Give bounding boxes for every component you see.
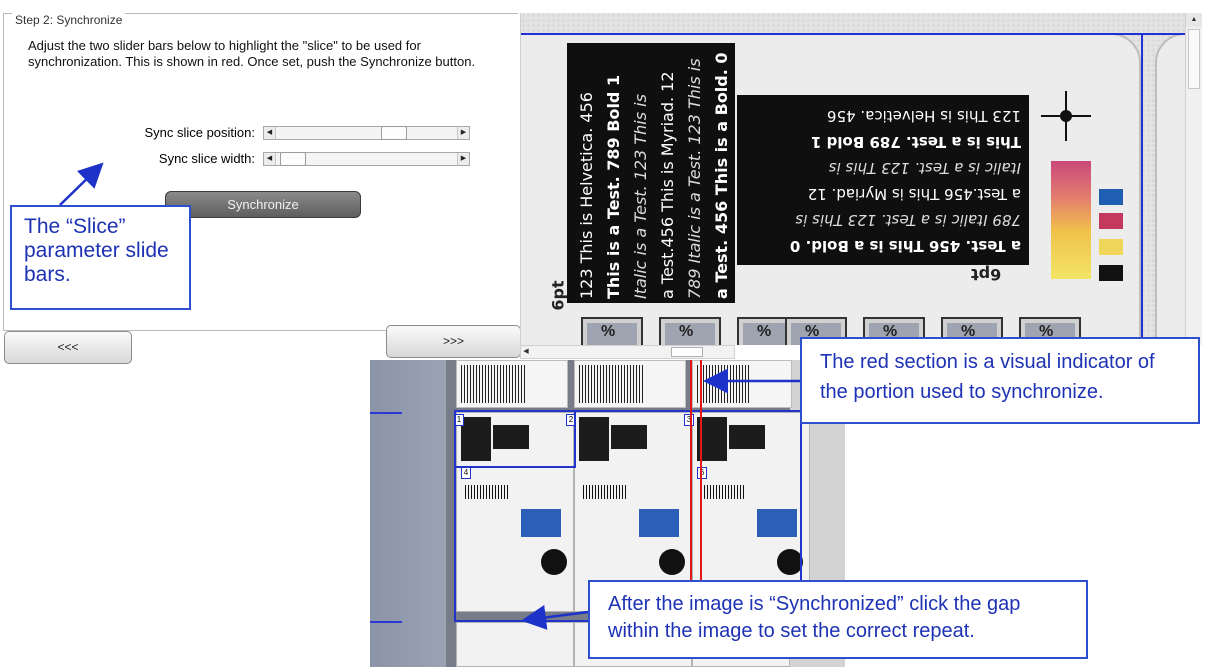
strip-scroll-thumb[interactable] (671, 347, 703, 357)
guide-line-right (1141, 33, 1143, 345)
sync-slice-width-slider[interactable]: ◀ ▶ (263, 152, 470, 166)
vertical-text-sample: 123 This is Helvetica. 456 This is a Tes… (567, 43, 735, 303)
text-line: 123 This is Helvetica. 456 (826, 107, 1021, 125)
text-line: a Test. 456 This is a Bold. 0 (712, 52, 731, 299)
barcode (461, 365, 527, 403)
sync-slice-position-slider[interactable]: ◀ ▶ (263, 126, 470, 140)
flipped-text-lines: a Test. 456 This is a Bold. 0 789 Italic… (737, 95, 1029, 265)
text-line: Italic is a Test. 123 This is (828, 159, 1021, 177)
percent-label: % (665, 323, 715, 345)
scroll-up-icon[interactable]: ▲ (1186, 13, 1202, 27)
slider-left-arrow-icon[interactable]: ◀ (264, 153, 276, 165)
preview-vertical-scrollbar[interactable]: ▲ (1185, 13, 1202, 345)
guide-line-top (521, 33, 1185, 35)
repeat-marker-line (370, 412, 402, 414)
color-swatch-magenta (1099, 213, 1123, 229)
label-tile-partial (692, 360, 792, 408)
text-line: This is a Test. 789 Bold 1 (604, 74, 623, 299)
step-title: Step 2: Synchronize (12, 13, 126, 27)
repeat-annotation: After the image is “Synchronized” click … (588, 580, 1088, 659)
text-line: 123 This is Helvetica. 456 (577, 92, 596, 299)
percent-box: % (581, 317, 643, 345)
point-size-label: 6pt (548, 280, 568, 311)
text-line: a Test.456 This is Myriad. 12 (658, 71, 677, 299)
red-section-annotation: The red section is a visual indicator of… (800, 337, 1200, 424)
repeat-marker-line (370, 621, 402, 623)
barcode (697, 365, 751, 403)
text-line: a Test.456 This is Myriad. 12 (807, 185, 1021, 203)
previous-button[interactable]: <<< (4, 331, 132, 364)
label-tile-partial (574, 360, 686, 408)
synchronize-button[interactable]: Synchronize (165, 191, 361, 218)
sync-slice-width-label: Sync slice width: (158, 151, 255, 166)
sync-slice-position-thumb[interactable] (381, 126, 408, 140)
vertical-text-lines: 123 This is Helvetica. 456 This is a Tes… (573, 52, 735, 299)
registration-crosshair-icon (1041, 91, 1091, 141)
label-tile-partial (456, 622, 574, 667)
color-swatch-black (1099, 265, 1123, 281)
label-tile-partial (456, 360, 568, 408)
next-label-card-edge (1155, 33, 1185, 345)
scroll-left-icon[interactable]: ◀ (521, 346, 531, 358)
text-line: 789 Italic is a Test. 123 This is (795, 211, 1021, 229)
flipped-text-sample: a Test. 456 This is a Bold. 0 789 Italic… (737, 95, 1029, 265)
color-swatch-yellow (1099, 239, 1123, 255)
text-line: 789 Italic is a Test. 123 This is (685, 58, 704, 299)
step-instructions: Adjust the two slider bars below to high… (28, 38, 476, 69)
sync-slice-position-label: Sync slice position: (144, 125, 255, 140)
strip-horizontal-scrollbar[interactable]: ◀ (520, 345, 735, 359)
slider-left-arrow-icon[interactable]: ◀ (264, 127, 276, 139)
slider-right-arrow-icon[interactable]: ▶ (457, 153, 469, 165)
color-swatch-blue (1099, 189, 1123, 205)
text-line: Italic is a Test. 123 This is (631, 94, 650, 299)
point-size-label-flipped: 6pt (971, 265, 1002, 284)
text-line: This is a Test. 789 Bold 1 (810, 133, 1021, 151)
color-gradient-bar (1051, 161, 1091, 279)
slider-right-arrow-icon[interactable]: ▶ (457, 127, 469, 139)
preview-scroll-thumb[interactable] (1188, 29, 1200, 89)
slice-annotation: The “Slice” parameter slide bars. (10, 205, 191, 310)
zoomed-label-preview[interactable]: 123 This is Helvetica. 456 This is a Tes… (520, 13, 1185, 345)
barcode (579, 365, 645, 403)
next-button[interactable]: >>> (386, 325, 521, 358)
text-line: a Test. 456 This is a Bold. 0 (789, 237, 1021, 255)
percent-box: % (659, 317, 721, 345)
crosshair-dot (1060, 110, 1072, 122)
percent-label: % (587, 323, 637, 345)
sync-slice-width-thumb[interactable] (280, 152, 307, 166)
